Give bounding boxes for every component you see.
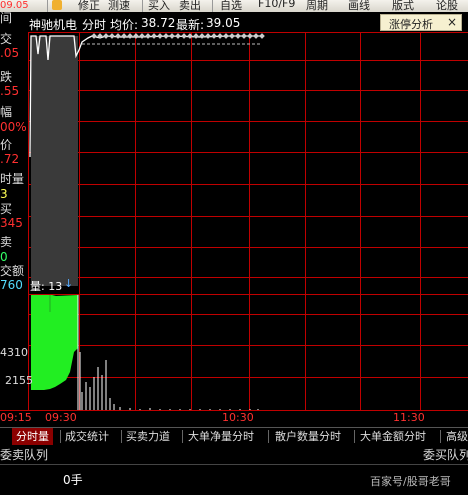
limit-up-marker [205, 33, 211, 39]
intraday-chart [0, 32, 468, 411]
auction-volume-area [31, 295, 78, 390]
limit-up-marker [181, 33, 187, 39]
limit-up-marker [175, 33, 181, 39]
limit-up-marker [253, 33, 259, 39]
limit-up-marker [139, 33, 145, 39]
chart-mode: 分时 [82, 18, 107, 32]
limit-up-marker [241, 33, 247, 39]
volume-tick-high: 4310 [0, 346, 28, 359]
order-queue-area: 委卖队列 委买队列 0手 百家号/股哥老哥 [0, 445, 468, 495]
limit-up-marker [223, 33, 229, 39]
limit-up-analysis-label: 涨停分析 [389, 18, 433, 31]
limit-up-marker [133, 33, 139, 39]
limit-up-marker [151, 33, 157, 39]
limit-up-marker [193, 33, 199, 39]
side-panel-field: 间 [0, 11, 13, 25]
tab-separator [440, 430, 441, 443]
limit-up-marker [127, 33, 133, 39]
limit-up-marker [115, 33, 121, 39]
limit-up-marker [103, 33, 109, 39]
limit-up-marker [235, 33, 241, 39]
limit-up-marker [259, 33, 265, 39]
time-axis-label: 10:30 [222, 411, 254, 424]
tab-big-order-net[interactable]: 大单净量分时 [188, 428, 254, 445]
buy-queue-label: 委买队列 [423, 448, 468, 462]
queue-quantity: 0手 [63, 473, 83, 487]
volume-chart-area [31, 295, 259, 410]
limit-up-marker [217, 33, 223, 39]
limit-up-marker [145, 33, 151, 39]
close-icon[interactable]: × [447, 15, 457, 29]
toolbar-separator [212, 0, 213, 12]
tab-advanced[interactable]: 高级 [446, 428, 468, 445]
auction-period-shade [31, 36, 78, 286]
tab-separator [182, 430, 183, 443]
volume-tick-low: 2155 [5, 374, 33, 387]
toolbar-button-icon[interactable] [52, 0, 62, 10]
toolbar-item-f10[interactable]: F10/F9 [258, 0, 295, 10]
limit-up-marker [109, 33, 115, 39]
time-axis-label: 09:15 [0, 411, 32, 424]
tab-separator [268, 430, 269, 443]
tab-big-order-amount[interactable]: 大单金额分时 [360, 428, 426, 445]
stock-name: 神驰机电 [29, 18, 78, 32]
tab-separator [354, 430, 355, 443]
tab-retail-count[interactable]: 散户数量分时 [275, 428, 341, 445]
limit-up-marker [169, 33, 175, 39]
watermark: 百家号/股哥老哥 [370, 475, 451, 488]
limit-up-marker [199, 33, 205, 39]
tab-trade-stats[interactable]: 成交统计 [65, 428, 109, 445]
limit-up-marker [229, 33, 235, 39]
tab-separator [121, 430, 122, 443]
limit-up-marker [91, 33, 97, 39]
limit-up-marker [121, 33, 127, 39]
limit-up-marker [247, 33, 253, 39]
avg-price-label: 均价: [110, 18, 139, 32]
limit-up-marker [157, 33, 163, 39]
queue-divider [0, 464, 468, 465]
toolbar-separator [47, 0, 48, 12]
latest-price-value: 39.05 [206, 16, 241, 30]
limit-up-marker [163, 33, 169, 39]
time-axis-label: 09:30 [45, 411, 77, 424]
price-chart-area [29, 33, 265, 286]
toolbar-separator [142, 0, 143, 12]
volume-label: 量: 13 [30, 280, 63, 293]
tab-separator [60, 430, 61, 443]
avg-price-value: 38.72 [141, 16, 176, 30]
latest-price-label: 最新: [176, 18, 205, 32]
sell-queue-label: 委卖队列 [0, 448, 49, 462]
tab-buy-sell-force[interactable]: 买卖力道 [126, 428, 170, 445]
volume-arrow-icon: ↓ [64, 277, 74, 290]
tab-volume[interactable]: 分时量 [12, 428, 53, 445]
limit-up-analysis-button[interactable]: 涨停分析 × [380, 14, 462, 31]
limit-up-marker [211, 33, 217, 39]
time-axis-label: 11:30 [393, 411, 425, 424]
